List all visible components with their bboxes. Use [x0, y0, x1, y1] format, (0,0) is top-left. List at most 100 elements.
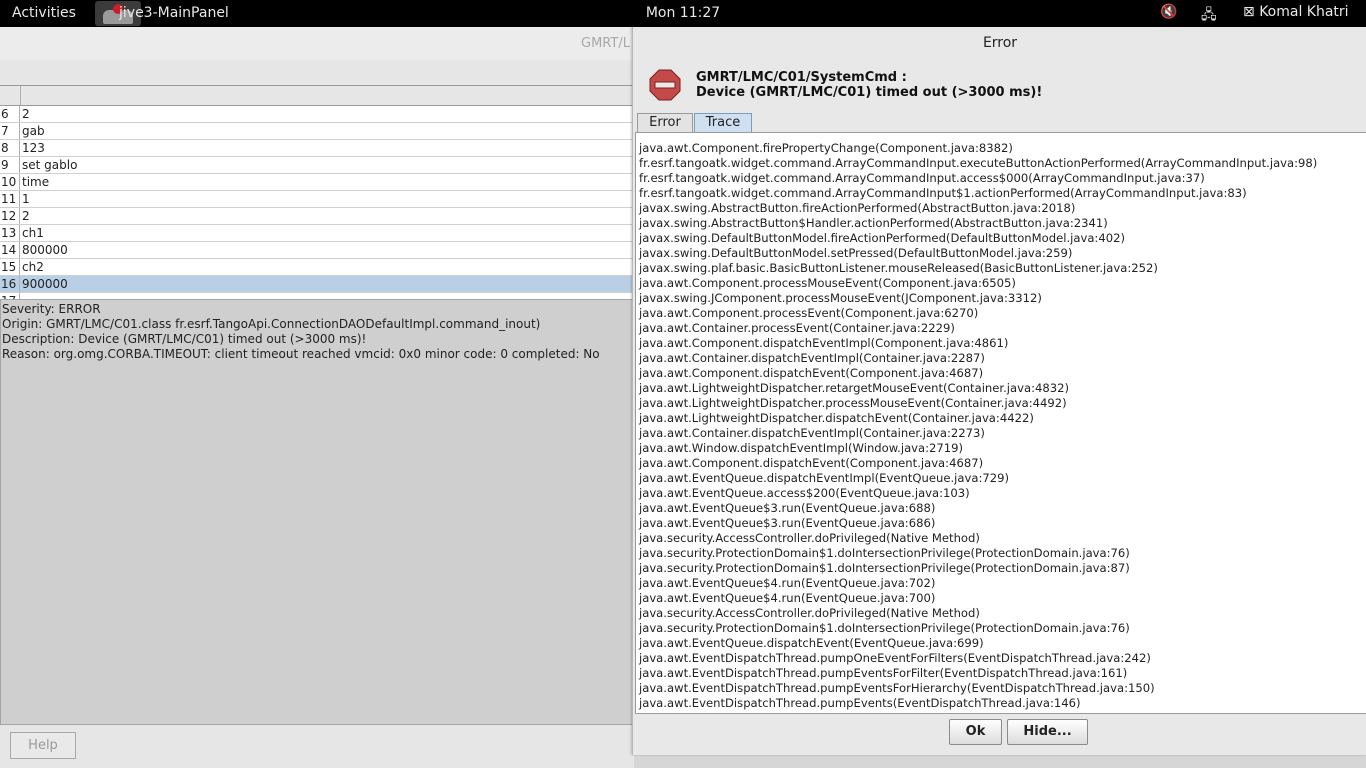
- trace-line: java.awt.EventQueue$4.run(EventQueue.jav…: [639, 591, 936, 605]
- row-number: 10: [0, 174, 20, 190]
- table-row[interactable]: 9 set gablo: [0, 157, 634, 174]
- error-details-panel: Severity: ERROR Origin: GMRT/LMC/C01.cla…: [0, 299, 634, 725]
- table-row[interactable]: 15 ch2: [0, 259, 634, 276]
- row-value: 2: [22, 107, 30, 121]
- tab-trace[interactable]: Trace: [694, 113, 752, 132]
- row-number: 15: [0, 259, 20, 275]
- argument-table[interactable]: 6 2 7 gab 8 123 9 set gablo 10 time 11 1 12 2 13 ch1 14 8…: [0, 85, 634, 310]
- trace-line: java.awt.EventQueue.access$200(EventQueu…: [639, 486, 970, 500]
- error-message: Device (GMRT/LMC/C01) timed out (>3000 m…: [696, 85, 1043, 100]
- trace-line: java.awt.EventQueue$3.run(EventQueue.jav…: [639, 501, 936, 515]
- trace-line: java.security.ProtectionDomain$1.doInter…: [639, 561, 1130, 575]
- user-icon: ⊠: [1243, 4, 1255, 20]
- severity-text: Severity: ERROR: [2, 302, 101, 316]
- row-value: 2: [22, 209, 30, 223]
- trace-line: java.awt.Container.processEvent(Containe…: [639, 321, 955, 335]
- trace-line: java.awt.Window.dispatchEventImpl(Window…: [639, 441, 964, 455]
- ok-button[interactable]: Ok: [949, 719, 1002, 745]
- table-row[interactable]: 11 1: [0, 191, 634, 208]
- trace-line: java.awt.Component.firePropertyChange(Co…: [639, 141, 1013, 155]
- trace-line: java.security.AccessController.doPrivile…: [639, 531, 980, 545]
- row-value: 1: [22, 192, 30, 206]
- row-value: 900000: [22, 277, 68, 291]
- row-value: ch1: [22, 226, 44, 240]
- trace-line: java.awt.EventDispatchThread.pumpEvents(…: [639, 696, 1081, 710]
- row-number: 6: [0, 106, 20, 122]
- table-row[interactable]: 10 time: [0, 174, 634, 191]
- table-row[interactable]: 14 800000: [0, 242, 634, 259]
- row-value: set gablo: [22, 158, 78, 172]
- dialog-title: Error: [982, 35, 1018, 51]
- hide-button[interactable]: Hide...: [1007, 719, 1088, 745]
- network-icon[interactable]: 🖧: [1201, 4, 1217, 28]
- table-row[interactable]: 16 900000: [0, 276, 634, 293]
- row-number: 11: [0, 191, 20, 207]
- row-value: gab: [22, 124, 45, 138]
- trace-line: java.awt.Component.processEvent(Componen…: [639, 306, 979, 320]
- clock[interactable]: Mon 11:27: [646, 5, 720, 21]
- trace-line: java.awt.LightweightDispatcher.processMo…: [639, 396, 1067, 410]
- trace-line: java.awt.Container.dispatchEventImpl(Con…: [639, 351, 985, 365]
- help-button[interactable]: Help: [10, 732, 76, 759]
- table-row[interactable]: 13 ch1: [0, 225, 634, 242]
- error-source: GMRT/LMC/C01/SystemCmd :: [696, 70, 907, 85]
- trace-line: java.awt.EventDispatchThread.pumpOneEven…: [639, 651, 1151, 665]
- activities-button[interactable]: Activities: [12, 5, 76, 21]
- trace-line: java.awt.EventQueue$3.run(EventQueue.jav…: [639, 516, 936, 530]
- stack-trace-view[interactable]: java.awt.Component.firePropertyChange(Co…: [635, 132, 1366, 714]
- reason-text: Reason: org.omg.CORBA.TIMEOUT: client ti…: [2, 347, 600, 361]
- trace-line: javax.swing.AbstractButton$Handler.actio…: [639, 216, 1108, 230]
- row-value: 800000: [22, 243, 68, 257]
- origin-text: Origin: GMRT/LMC/C01.class fr.esrf.Tango…: [2, 317, 541, 331]
- trace-line: java.security.AccessController.doPrivile…: [639, 606, 980, 620]
- trace-line: java.awt.Component.dispatchEvent(Compone…: [639, 366, 984, 380]
- trace-line: java.awt.LightweightDispatcher.retargetM…: [639, 381, 1070, 395]
- row-number: 12: [0, 208, 20, 224]
- row-number: 7: [0, 123, 20, 139]
- main-panel-window: GMRT/L 6 2 7 gab 8 123 9 set gablo 10 time 11 1 12 2 1…: [0, 27, 634, 768]
- table-row[interactable]: 8 123: [0, 140, 634, 157]
- trace-line: java.awt.EventQueue$4.run(EventQueue.jav…: [639, 576, 936, 590]
- trace-line: java.awt.Container.dispatchEventImpl(Con…: [639, 426, 985, 440]
- table-row[interactable]: 62: [0, 106, 634, 123]
- error-dialog: Error GMRT/LMC/C01/SystemCmd : Device (G…: [632, 27, 1366, 755]
- trace-line: fr.esrf.tangoatk.widget.command.ArrayCom…: [639, 186, 1247, 200]
- row-value: 123: [22, 141, 45, 155]
- table-row[interactable]: 12 2: [0, 208, 634, 225]
- trace-line: javax.swing.JComponent.processMouseEvent…: [639, 291, 1042, 305]
- trace-line: java.awt.EventDispatchThread.pumpEventsF…: [639, 681, 1155, 695]
- user-name: Komal Khatri: [1259, 4, 1349, 20]
- main-window-titlebar[interactable]: GMRT/L: [0, 27, 634, 60]
- trace-line: javax.swing.AbstractButton.fireActionPer…: [639, 201, 1076, 215]
- trace-line: java.awt.LightweightDispatcher.dispatchE…: [639, 411, 1034, 425]
- trace-line: javax.swing.DefaultButtonModel.setPresse…: [639, 246, 1073, 260]
- trace-line: java.awt.EventDispatchThread.pumpEventsF…: [639, 666, 1128, 680]
- trace-line: java.awt.Component.processMouseEvent(Com…: [639, 276, 1016, 290]
- trace-line: java.awt.Component.dispatchEventImpl(Com…: [639, 336, 1009, 350]
- trace-line: fr.esrf.tangoatk.widget.command.ArrayCom…: [639, 171, 1205, 185]
- tab-error[interactable]: Error: [637, 113, 693, 132]
- stop-error-icon: [649, 69, 681, 101]
- app-menu-title[interactable]: jive3-MainPanel: [119, 5, 229, 21]
- table-header: [0, 86, 634, 106]
- row-value: ch2: [22, 260, 44, 274]
- trace-line: java.awt.EventQueue.dispatchEvent(EventQ…: [639, 636, 984, 650]
- trace-line: java.security.ProtectionDomain$1.doInter…: [639, 621, 1130, 635]
- table-row[interactable]: 7 gab: [0, 123, 634, 140]
- row-value: time: [22, 175, 50, 189]
- top-bar: Activities jive3-MainPanel Mon 11:27 🔇 🖧…: [0, 0, 1366, 27]
- description-text: Description: Device (GMRT/LMC/C01) timed…: [2, 332, 367, 346]
- main-window-title: GMRT/L: [581, 36, 630, 51]
- user-menu[interactable]: ⊠ Komal Khatri: [1243, 4, 1349, 20]
- trace-line: java.awt.Component.dispatchEvent(Compone…: [639, 456, 984, 470]
- trace-line: java.awt.EventQueue.dispatchEventImpl(Ev…: [639, 471, 1009, 485]
- trace-line: javax.swing.DefaultButtonModel.fireActio…: [639, 231, 1125, 245]
- trace-line: java.security.ProtectionDomain$1.doInter…: [639, 546, 1130, 560]
- row-number: 16: [0, 276, 20, 292]
- row-number: 9: [0, 157, 20, 173]
- row-number: 14: [0, 242, 20, 258]
- trace-line: javax.swing.plaf.basic.BasicButtonListen…: [639, 261, 1158, 275]
- row-number: 8: [0, 140, 20, 156]
- row-number: 13: [0, 225, 20, 241]
- volume-muted-icon[interactable]: 🔇: [1160, 4, 1177, 20]
